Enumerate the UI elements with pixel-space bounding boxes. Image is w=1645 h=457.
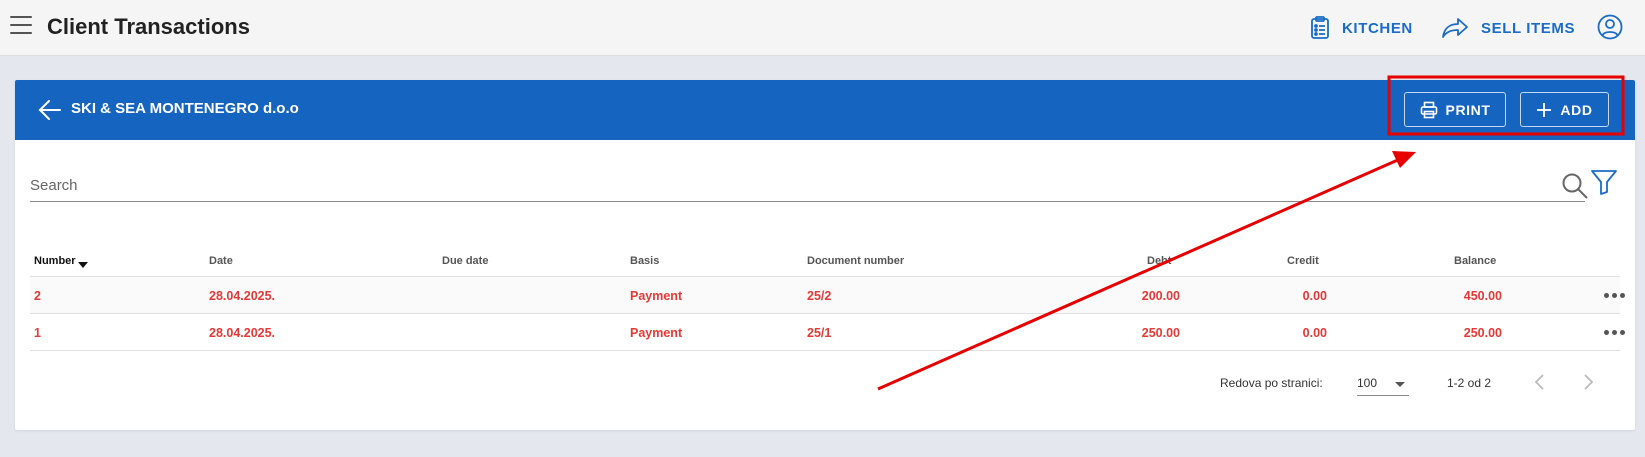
more-horiz-icon[interactable] bbox=[1604, 330, 1626, 336]
cell-number: 2 bbox=[34, 289, 41, 303]
cell-document-number: 25/1 bbox=[807, 326, 832, 340]
rows-per-page-select[interactable]: 100 bbox=[1357, 372, 1409, 396]
cell-document-number: 25/2 bbox=[807, 289, 832, 303]
column-header-balance[interactable]: Balance bbox=[1454, 255, 1496, 267]
page-title: Client Transactions bbox=[47, 14, 250, 39]
clipboard-list-icon bbox=[1311, 16, 1329, 39]
hamburger-menu-icon[interactable] bbox=[10, 16, 32, 36]
rows-per-page-value: 100 bbox=[1357, 376, 1378, 390]
cell-debt: 250.00 bbox=[1141, 326, 1180, 340]
arrow-back-icon[interactable] bbox=[37, 98, 63, 122]
table-header: Number Date Due date Basis Document numb… bbox=[30, 245, 1620, 277]
client-header: SKI & SEA MONTENEGRO d.o.o PRINT ADD bbox=[15, 80, 1635, 140]
column-header-number[interactable]: Number bbox=[34, 255, 88, 268]
cell-credit: 0.00 bbox=[1302, 289, 1327, 303]
column-header-due-date[interactable]: Due date bbox=[442, 255, 488, 267]
search-input[interactable] bbox=[30, 170, 1530, 200]
print-label: PRINT bbox=[1445, 101, 1491, 118]
add-button[interactable]: ADD bbox=[1520, 92, 1609, 127]
client-name: SKI & SEA MONTENEGRO d.o.o bbox=[71, 100, 299, 117]
filter-icon[interactable] bbox=[1590, 168, 1618, 196]
account-circle-icon[interactable] bbox=[1597, 14, 1623, 40]
table-row[interactable]: 2 28.04.2025. Payment 25/2 200.00 0.00 4… bbox=[30, 277, 1625, 314]
column-header-basis[interactable]: Basis bbox=[630, 255, 659, 267]
cell-number: 1 bbox=[34, 326, 41, 340]
cell-balance: 250.00 bbox=[1463, 326, 1502, 340]
sell-items-button[interactable]: SELL ITEMS bbox=[1441, 14, 1575, 42]
chevron-left-icon[interactable] bbox=[1528, 370, 1552, 394]
column-header-debt[interactable]: Debt bbox=[1147, 255, 1171, 267]
sell-items-label: SELL ITEMS bbox=[1481, 19, 1576, 37]
kitchen-button[interactable]: KITCHEN bbox=[1310, 14, 1413, 42]
sort-down-icon bbox=[77, 262, 88, 268]
chevron-right-icon[interactable] bbox=[1576, 370, 1600, 394]
transactions-table: Number Date Due date Basis Document numb… bbox=[30, 245, 1625, 351]
column-header-credit[interactable]: Credit bbox=[1287, 255, 1319, 267]
search-field bbox=[30, 170, 1588, 202]
cell-date: 28.04.2025. bbox=[209, 289, 276, 303]
column-header-document-number[interactable]: Document number bbox=[807, 255, 904, 267]
app-bar: Client Transactions KITCHEN SELL ITEMS bbox=[0, 0, 1645, 56]
print-button[interactable]: PRINT bbox=[1404, 92, 1506, 127]
cell-basis: Payment bbox=[630, 289, 683, 303]
page-range: 1-2 od 2 bbox=[1447, 376, 1492, 390]
caret-down-icon bbox=[1395, 382, 1405, 387]
add-label: ADD bbox=[1560, 101, 1593, 118]
kitchen-label: KITCHEN bbox=[1342, 19, 1413, 37]
cell-balance: 450.00 bbox=[1463, 289, 1502, 303]
plus-icon bbox=[1537, 102, 1552, 117]
transactions-card: SKI & SEA MONTENEGRO d.o.o PRINT ADD Num… bbox=[15, 80, 1635, 430]
cell-debt: 200.00 bbox=[1141, 289, 1180, 303]
column-header-date[interactable]: Date bbox=[209, 255, 233, 267]
table-row[interactable]: 1 28.04.2025. Payment 25/1 250.00 0.00 2… bbox=[30, 314, 1625, 351]
printer-icon bbox=[1420, 101, 1437, 118]
rows-per-page-label: Redova po stranici: bbox=[1220, 376, 1323, 390]
cell-date: 28.04.2025. bbox=[209, 326, 276, 340]
search-icon[interactable] bbox=[1561, 172, 1589, 200]
more-horiz-icon[interactable] bbox=[1604, 293, 1626, 299]
cell-basis: Payment bbox=[630, 326, 683, 340]
share-arrow-icon bbox=[1442, 18, 1468, 38]
cell-credit: 0.00 bbox=[1302, 326, 1327, 340]
